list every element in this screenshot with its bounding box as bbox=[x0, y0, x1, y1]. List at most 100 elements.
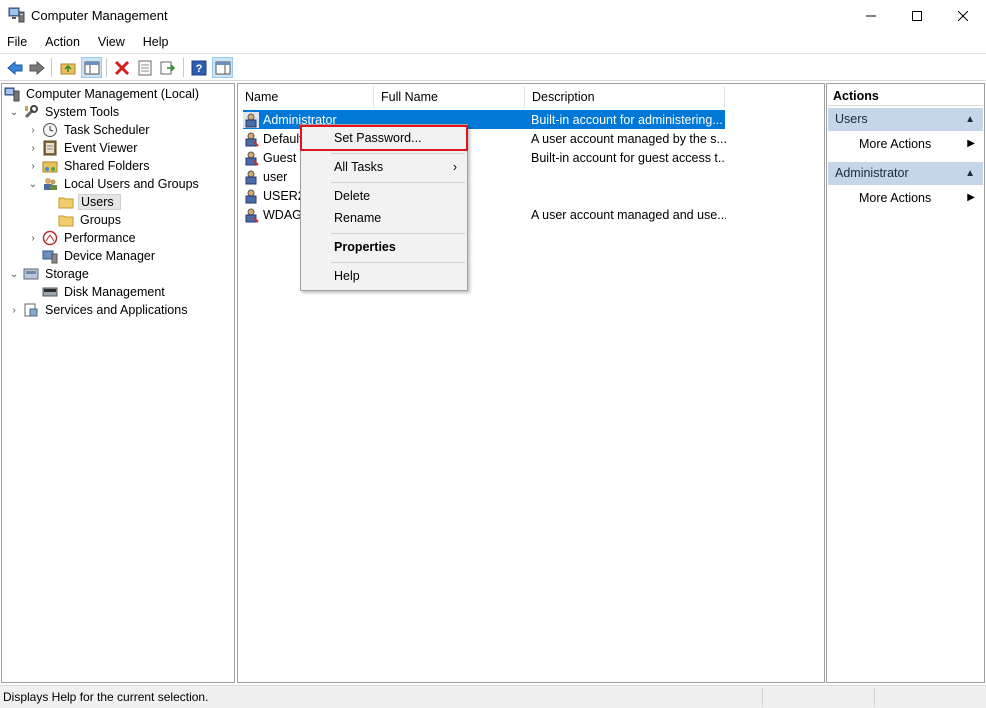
cell-name: Guest bbox=[263, 150, 297, 165]
user-icon bbox=[243, 169, 259, 185]
status-text: Displays Help for the current selection. bbox=[3, 690, 209, 704]
tree-item-services-and-applications[interactable]: › Services and Applications bbox=[8, 301, 189, 319]
menu-item-properties[interactable]: Properties bbox=[301, 236, 467, 258]
minimize-button[interactable] bbox=[848, 0, 894, 31]
cell-description: Built-in account for administering... bbox=[531, 112, 723, 127]
toolbar-separator bbox=[183, 58, 184, 77]
actions-pane: Actions Users ▲ More Actions ▶ Administr… bbox=[826, 83, 985, 683]
menu-item-label: All Tasks bbox=[334, 160, 384, 174]
list-header: Name Full Name Description bbox=[238, 86, 824, 108]
services-icon bbox=[23, 302, 39, 318]
status-bar: Displays Help for the current selection. bbox=[0, 685, 986, 708]
menu-item-delete[interactable]: Delete bbox=[301, 185, 467, 207]
actions-title: Actions bbox=[828, 86, 983, 106]
tree-item-performance[interactable]: › Performance bbox=[27, 229, 138, 247]
column-header-full-name[interactable]: Full Name bbox=[374, 86, 525, 108]
status-separator bbox=[874, 688, 875, 707]
chevron-down-icon[interactable]: ⌄ bbox=[27, 178, 39, 190]
computer-management-icon bbox=[8, 7, 25, 23]
user-icon bbox=[243, 188, 259, 204]
cell-description: A user account managed and use... bbox=[531, 207, 726, 222]
disk-icon bbox=[42, 284, 58, 300]
svg-text:?: ? bbox=[195, 63, 202, 75]
menu-separator bbox=[331, 153, 465, 154]
toolbar-separator bbox=[106, 58, 107, 77]
tree-item-event-viewer[interactable]: › Event Viewer bbox=[27, 139, 139, 157]
user-icon bbox=[243, 111, 259, 128]
menu-file[interactable]: File bbox=[3, 35, 34, 49]
shared-folder-icon bbox=[42, 158, 58, 174]
user-icon bbox=[243, 150, 259, 166]
delete-icon[interactable] bbox=[111, 57, 132, 78]
context-menu: Set Password... All Tasks › Delete Renam… bbox=[300, 124, 468, 291]
user-icon bbox=[243, 207, 259, 223]
actions-group-users[interactable]: Users ▲ bbox=[828, 108, 983, 131]
action-more-actions[interactable]: More Actions ▶ bbox=[828, 134, 983, 154]
title-bar: Computer Management bbox=[0, 0, 986, 31]
tree-item-computer-management[interactable]: Computer Management (Local) bbox=[4, 85, 201, 103]
show-hide-tree-icon[interactable] bbox=[81, 57, 102, 78]
column-header-description[interactable]: Description bbox=[525, 86, 725, 108]
tree-item-users[interactable]: Users bbox=[43, 193, 121, 211]
tree-item-task-scheduler[interactable]: › Task Scheduler bbox=[27, 121, 151, 139]
computer-management-icon bbox=[4, 86, 20, 102]
collapse-icon[interactable]: ▲ bbox=[965, 108, 975, 131]
up-folder-icon[interactable] bbox=[57, 57, 78, 78]
menu-separator bbox=[331, 182, 465, 183]
console-tree: Computer Management (Local) ⌄ System Too… bbox=[1, 83, 235, 683]
chevron-right-icon[interactable]: › bbox=[27, 142, 39, 154]
chevron-right-icon[interactable]: › bbox=[27, 160, 39, 172]
actions-group-administrator[interactable]: Administrator ▲ bbox=[828, 162, 983, 185]
cell-description: Built-in account for guest access t... bbox=[531, 150, 726, 165]
chevron-right-icon[interactable]: › bbox=[27, 232, 39, 244]
menu-item-help[interactable]: Help bbox=[301, 265, 467, 287]
tree-item-disk-management[interactable]: Disk Management bbox=[27, 283, 167, 301]
menu-separator bbox=[331, 233, 465, 234]
tree-item-local-users-and-groups[interactable]: ⌄ Local Users and Groups bbox=[27, 175, 201, 193]
submenu-arrow-icon: ▶ bbox=[967, 138, 975, 149]
help-icon[interactable]: ? bbox=[188, 57, 209, 78]
event-viewer-icon bbox=[42, 140, 58, 156]
submenu-arrow-icon: ▶ bbox=[967, 192, 975, 203]
folder-icon bbox=[58, 194, 74, 210]
maximize-button[interactable] bbox=[894, 0, 940, 31]
action-label: More Actions bbox=[859, 191, 932, 205]
close-button[interactable] bbox=[940, 0, 986, 31]
tree-item-groups[interactable]: Groups bbox=[43, 211, 123, 229]
tree-item-shared-folders[interactable]: › Shared Folders bbox=[27, 157, 151, 175]
chevron-right-icon[interactable]: › bbox=[27, 124, 39, 136]
chevron-right-icon[interactable]: › bbox=[8, 304, 20, 316]
collapse-icon[interactable]: ▲ bbox=[965, 162, 975, 185]
actions-group-label: Users bbox=[835, 112, 868, 126]
tree-item-storage[interactable]: ⌄ Storage bbox=[8, 265, 91, 283]
action-more-actions[interactable]: More Actions ▶ bbox=[828, 188, 983, 208]
folder-icon bbox=[58, 212, 74, 228]
toolbar-separator bbox=[51, 58, 52, 77]
back-arrow-icon[interactable] bbox=[4, 57, 25, 78]
menu-action[interactable]: Action bbox=[41, 35, 87, 49]
user-icon bbox=[243, 131, 259, 147]
window-title: Computer Management bbox=[31, 8, 168, 23]
chevron-down-icon[interactable]: ⌄ bbox=[8, 268, 20, 280]
cell-description: A user account managed by the s... bbox=[531, 131, 726, 146]
cell-name: Default bbox=[263, 131, 303, 146]
menu-bar: File Action View Help bbox=[0, 31, 986, 53]
menu-item-rename[interactable]: Rename bbox=[301, 207, 467, 229]
menu-separator bbox=[331, 262, 465, 263]
storage-icon bbox=[23, 266, 39, 282]
chevron-down-icon[interactable]: ⌄ bbox=[8, 106, 20, 118]
column-header-name[interactable]: Name bbox=[238, 86, 374, 108]
tree-item-device-manager[interactable]: Device Manager bbox=[27, 247, 157, 265]
show-hide-action-pane-icon[interactable] bbox=[212, 57, 233, 78]
tools-icon bbox=[23, 104, 39, 120]
export-list-icon[interactable] bbox=[157, 57, 178, 78]
menu-view[interactable]: View bbox=[94, 35, 132, 49]
menu-item-all-tasks[interactable]: All Tasks › bbox=[301, 156, 467, 178]
tree-item-system-tools[interactable]: ⌄ System Tools bbox=[8, 103, 121, 121]
menu-help[interactable]: Help bbox=[139, 35, 176, 49]
cell-name: user bbox=[263, 169, 288, 184]
properties-icon[interactable] bbox=[134, 57, 155, 78]
forward-arrow-icon[interactable] bbox=[26, 57, 47, 78]
status-separator bbox=[762, 688, 763, 707]
chevron-right-icon: › bbox=[452, 160, 457, 174]
